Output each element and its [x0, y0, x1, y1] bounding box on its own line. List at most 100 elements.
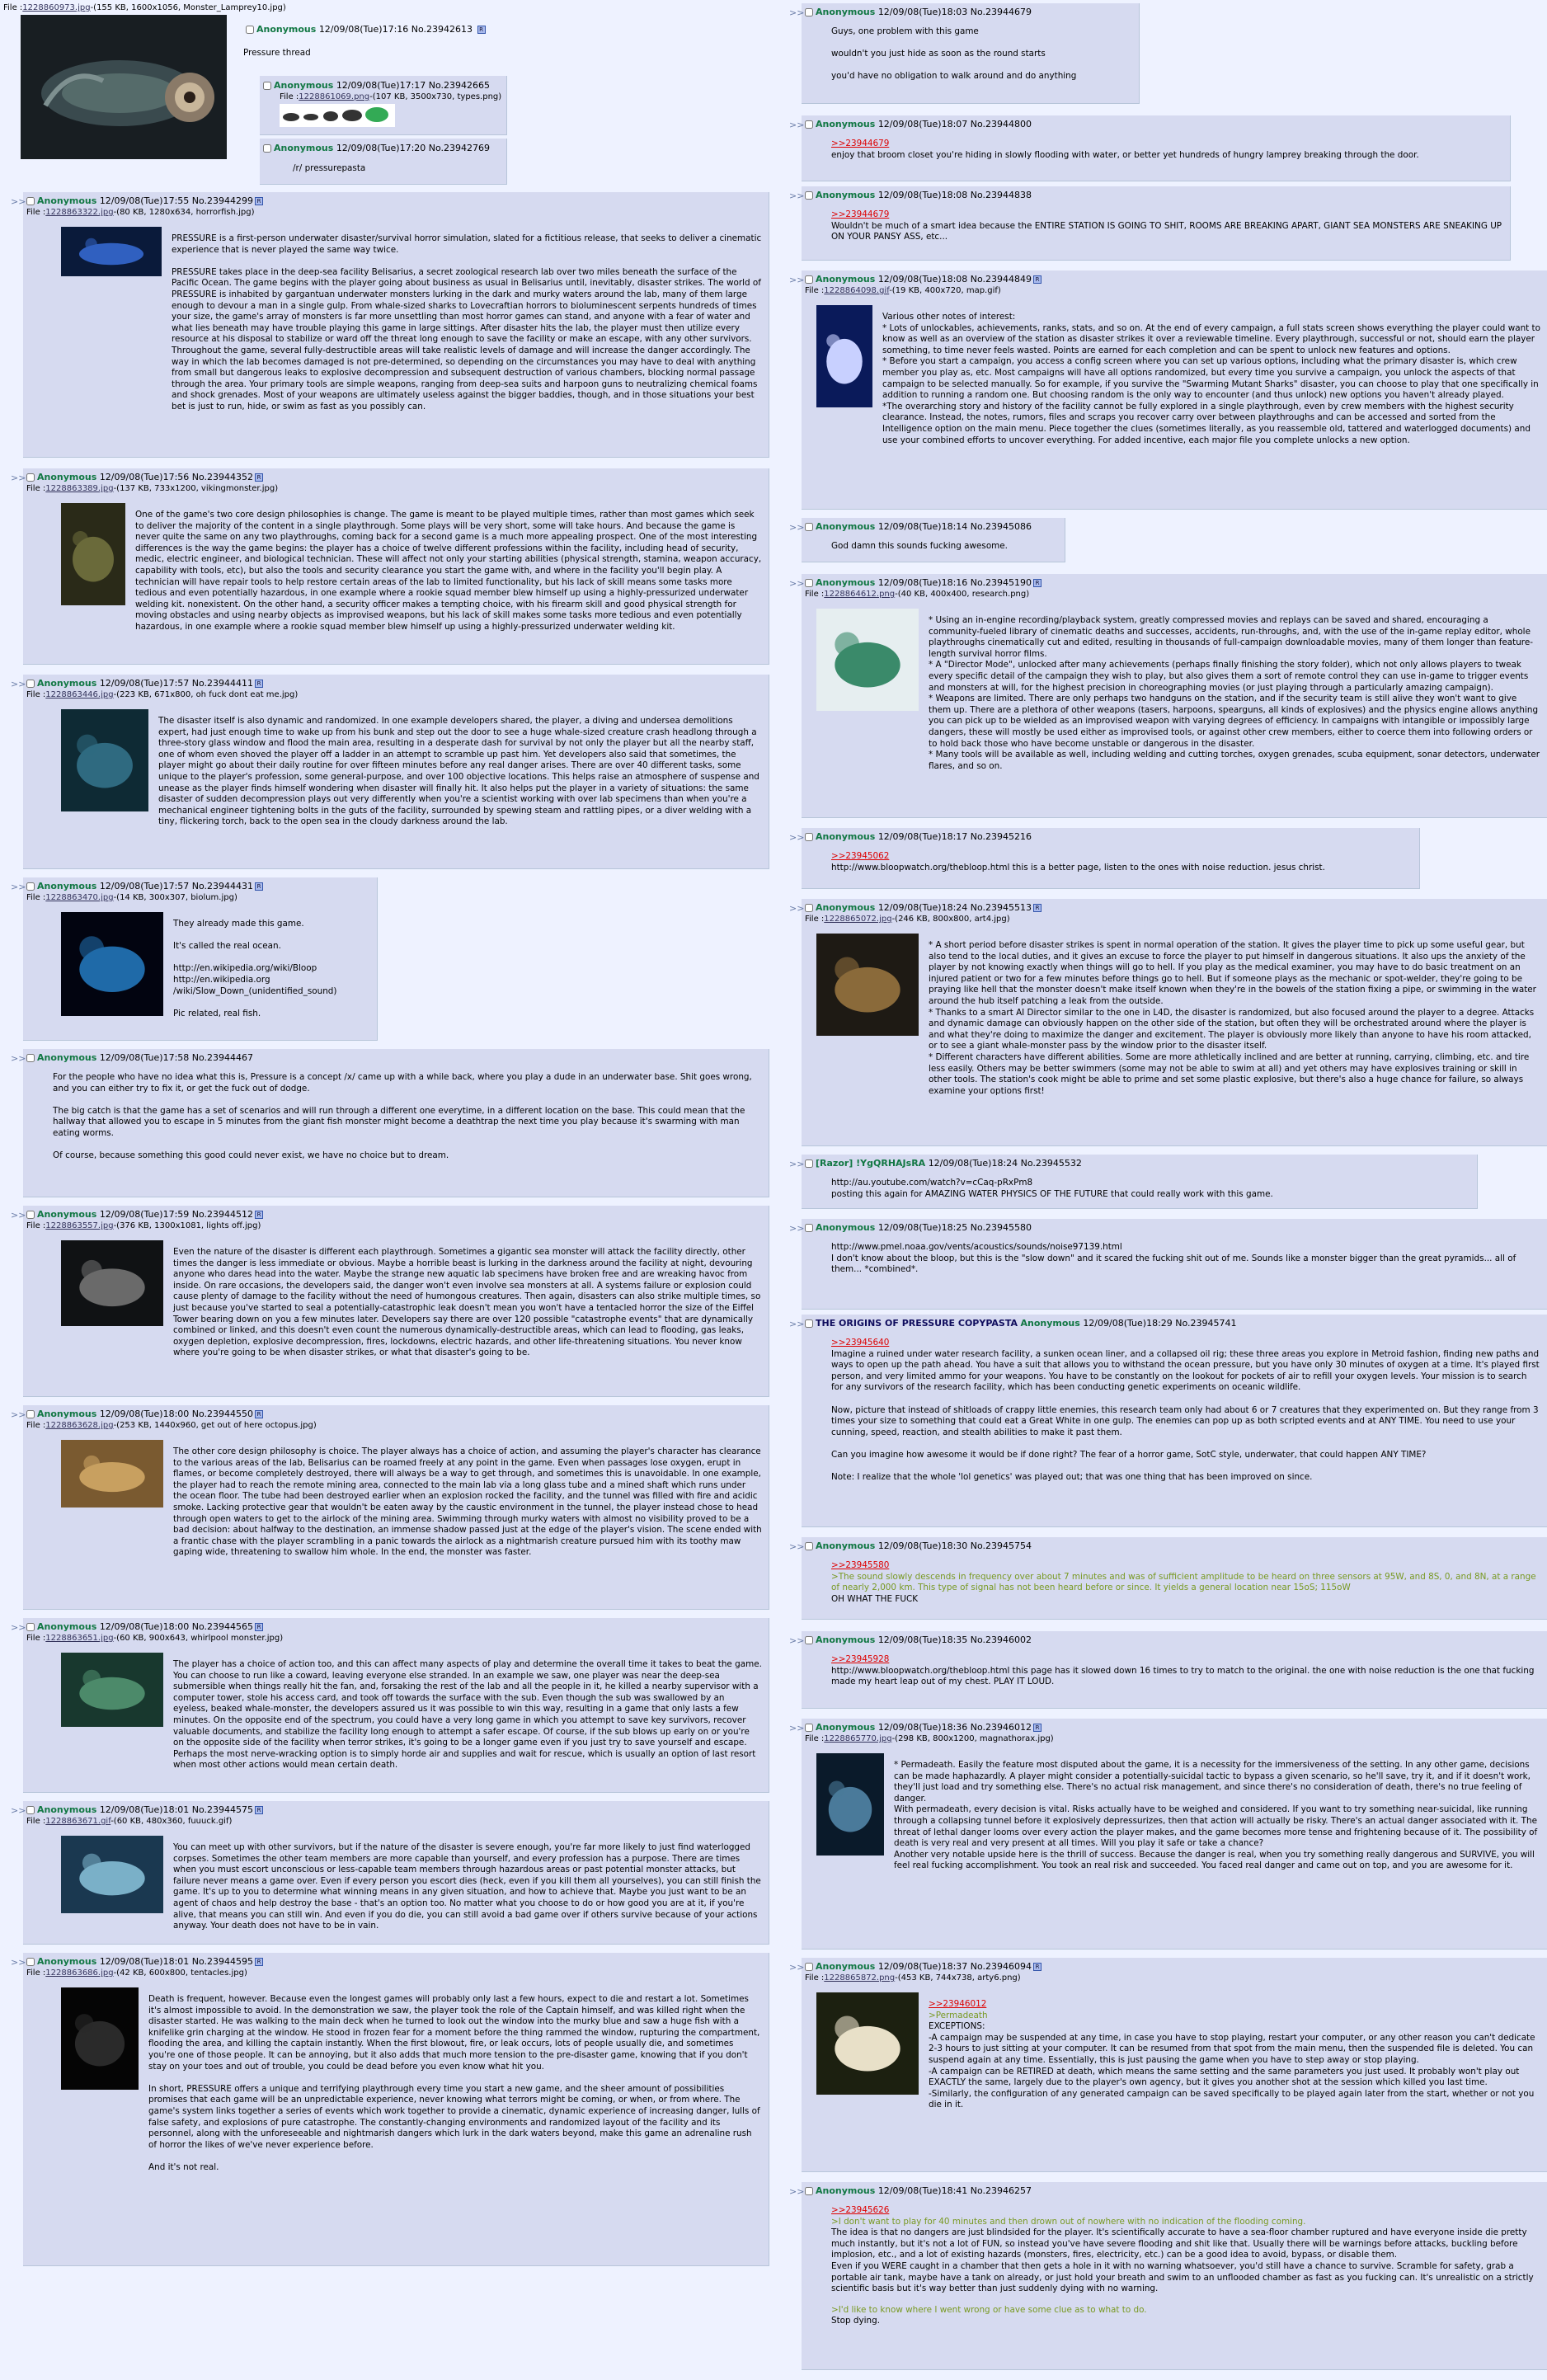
op-post-number[interactable]: No.23942613: [411, 24, 473, 35]
post-select-checkbox[interactable]: [26, 197, 35, 205]
file-link[interactable]: 1228863686.jpg: [45, 1968, 113, 1978]
post-number[interactable]: No.23945216: [971, 831, 1032, 842]
report-icon[interactable]: R: [255, 1410, 264, 1418]
post-select-checkbox[interactable]: [26, 1211, 35, 1219]
post-select-checkbox[interactable]: [263, 144, 271, 153]
quote-link[interactable]: >>23944679: [831, 209, 1503, 221]
post-number[interactable]: No.23944565: [192, 1621, 253, 1632]
post-select-checkbox[interactable]: [805, 120, 813, 129]
file-link[interactable]: 1228863446.jpg: [45, 690, 113, 699]
op-select-checkbox[interactable]: [246, 26, 254, 34]
file-link[interactable]: 1228865872.png: [824, 1973, 895, 1983]
post-number[interactable]: No.23944411: [192, 678, 253, 689]
post-number[interactable]: No.23944467: [192, 1052, 253, 1063]
post-select-checkbox[interactable]: [805, 1159, 813, 1168]
post-select-checkbox[interactable]: [805, 833, 813, 841]
post-select-checkbox[interactable]: [805, 1724, 813, 1732]
report-icon[interactable]: R: [255, 680, 264, 688]
quote-link[interactable]: >>23945928: [831, 1654, 1540, 1666]
quote-link[interactable]: >>23946012: [929, 1999, 1540, 2011]
post-number[interactable]: No.23944550: [192, 1409, 253, 1419]
report-icon[interactable]: R: [255, 1623, 264, 1631]
post-select-checkbox[interactable]: [26, 882, 35, 891]
post-thumbnail[interactable]: [61, 227, 162, 276]
file-link[interactable]: 1228863322.jpg: [45, 208, 113, 217]
quote-link[interactable]: >>23945062: [831, 851, 1413, 863]
post-number[interactable]: No.23946094: [971, 1961, 1032, 1972]
post-select-checkbox[interactable]: [805, 8, 813, 16]
post-select-checkbox[interactable]: [263, 82, 271, 90]
post-number[interactable]: No.23944800: [971, 119, 1032, 129]
file-link[interactable]: 1228865072.jpg: [824, 915, 891, 924]
post-select-checkbox[interactable]: [805, 275, 813, 284]
report-icon[interactable]: R: [1033, 275, 1042, 284]
post-number[interactable]: No.23944575: [192, 1804, 253, 1815]
post-thumbnail[interactable]: [61, 1240, 163, 1326]
post-number[interactable]: No.23944512: [192, 1209, 253, 1220]
report-icon[interactable]: R: [255, 882, 264, 891]
report-icon[interactable]: R: [255, 1806, 264, 1814]
post-select-checkbox[interactable]: [805, 1963, 813, 1971]
file-link[interactable]: 1228863470.jpg: [45, 893, 113, 902]
report-icon[interactable]: R: [255, 1958, 264, 1966]
file-link[interactable]: 1228863628.jpg: [45, 1421, 113, 1430]
file-link[interactable]: 1228863557.jpg: [45, 1221, 113, 1230]
post-thumbnail[interactable]: [816, 609, 919, 711]
report-icon[interactable]: R: [1033, 904, 1042, 912]
post-select-checkbox[interactable]: [805, 1319, 813, 1328]
post-thumbnail[interactable]: [61, 1987, 139, 2090]
post-select-checkbox[interactable]: [26, 680, 35, 688]
post-number[interactable]: No.23945741: [1175, 1318, 1236, 1329]
post-number[interactable]: No.23944838: [971, 190, 1032, 200]
report-icon[interactable]: R: [477, 26, 486, 34]
post-select-checkbox[interactable]: [26, 1958, 35, 1966]
file-link[interactable]: 1228863651.jpg: [45, 1634, 113, 1643]
post-number[interactable]: No.23945190: [971, 577, 1032, 588]
post-number[interactable]: No.23944849: [971, 274, 1032, 285]
post-select-checkbox[interactable]: [26, 1806, 35, 1814]
post-number[interactable]: No.23946002: [971, 1634, 1032, 1645]
op-thumbnail[interactable]: [21, 15, 227, 159]
report-icon[interactable]: R: [1033, 579, 1042, 587]
post-thumbnail[interactable]: [816, 934, 919, 1036]
post-number[interactable]: No.23945513: [971, 902, 1032, 913]
post-select-checkbox[interactable]: [805, 2187, 813, 2195]
post-select-checkbox[interactable]: [805, 1542, 813, 1550]
post-thumbnail[interactable]: [280, 104, 395, 127]
quote-link[interactable]: >>23945580: [831, 1560, 1540, 1572]
quote-link[interactable]: >>23944679: [831, 139, 1503, 150]
post-thumbnail[interactable]: [816, 1753, 884, 1856]
post-number[interactable]: No.23945754: [971, 1540, 1032, 1551]
post-select-checkbox[interactable]: [805, 1224, 813, 1232]
file-link[interactable]: 1228863671.gif: [45, 1817, 110, 1826]
post-thumbnail[interactable]: [61, 1836, 163, 1913]
post-select-checkbox[interactable]: [26, 473, 35, 482]
post-thumbnail[interactable]: [61, 912, 163, 1016]
report-icon[interactable]: R: [1033, 1724, 1042, 1732]
post-number[interactable]: No.23946012: [971, 1722, 1032, 1733]
post-select-checkbox[interactable]: [805, 579, 813, 587]
post-number[interactable]: No.23946257: [971, 2185, 1032, 2196]
post-thumbnail[interactable]: [816, 305, 872, 407]
post-number[interactable]: No.23944352: [192, 472, 253, 482]
post-select-checkbox[interactable]: [26, 1410, 35, 1418]
op-file-link[interactable]: 1228860973.jpg: [22, 3, 90, 12]
file-link[interactable]: 1228865770.jpg: [824, 1734, 891, 1743]
post-number[interactable]: No.23945532: [1021, 1158, 1082, 1169]
post-select-checkbox[interactable]: [26, 1623, 35, 1631]
post-thumbnail[interactable]: [61, 503, 125, 605]
post-thumbnail[interactable]: [816, 1992, 919, 2095]
post-select-checkbox[interactable]: [805, 191, 813, 200]
post-select-checkbox[interactable]: [26, 1054, 35, 1062]
report-icon[interactable]: R: [1033, 1963, 1042, 1971]
post-number[interactable]: No.23944299: [192, 195, 253, 206]
quote-link[interactable]: >>23945626: [831, 2205, 1540, 2217]
post-number[interactable]: No.23945580: [971, 1222, 1032, 1233]
report-icon[interactable]: R: [255, 473, 264, 482]
post-select-checkbox[interactable]: [805, 1636, 813, 1644]
report-icon[interactable]: R: [255, 197, 264, 205]
post-number[interactable]: No.23944431: [192, 881, 253, 891]
file-link[interactable]: 1228864098.gif: [824, 286, 889, 295]
post-number[interactable]: No.23945086: [971, 521, 1032, 532]
post-number[interactable]: No.23942769: [429, 143, 490, 153]
